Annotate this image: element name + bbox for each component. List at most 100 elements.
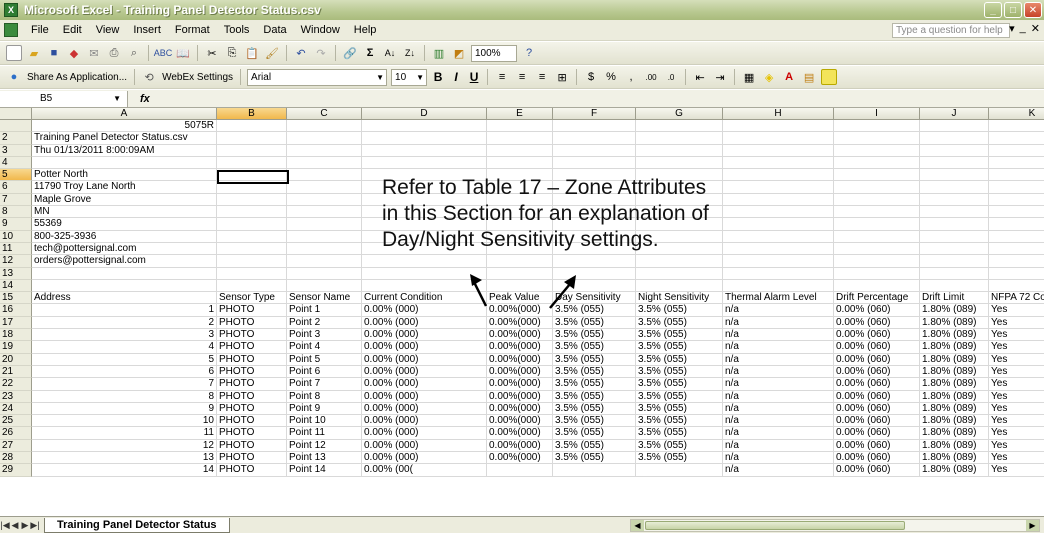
row-header[interactable]: 15 <box>0 292 32 305</box>
cell[interactable]: Yes <box>989 341 1044 354</box>
sort-ascending-icon[interactable]: A↓ <box>382 45 398 61</box>
cell[interactable]: 3.5% (055) <box>553 365 636 379</box>
cell[interactable] <box>287 206 362 219</box>
cell[interactable]: Sensor Type <box>217 292 287 305</box>
cut-icon[interactable]: ✂ <box>204 45 220 61</box>
cell[interactable] <box>920 255 989 268</box>
row-header[interactable]: 27 <box>0 439 32 453</box>
cell[interactable] <box>553 132 636 145</box>
menu-data[interactable]: Data <box>256 24 293 36</box>
zoom-select[interactable]: 100% <box>471 44 517 62</box>
cell[interactable]: n/a <box>723 427 834 440</box>
cell[interactable] <box>723 169 834 182</box>
cell[interactable]: Yes <box>989 329 1044 342</box>
cell[interactable]: 1.80% (089) <box>920 365 989 379</box>
cell[interactable]: 3.5% (055) <box>636 402 723 416</box>
cell[interactable] <box>487 156 553 170</box>
row-header[interactable]: 21 <box>0 365 32 379</box>
cell[interactable] <box>362 279 487 293</box>
cell[interactable]: tech@pottersignal.com <box>32 242 217 256</box>
cell[interactable]: 0.00% (060) <box>834 329 920 342</box>
cell[interactable]: 1.80% (089) <box>920 341 989 354</box>
print-icon[interactable]: ⎙ <box>106 45 122 61</box>
cell[interactable] <box>636 267 723 280</box>
cell[interactable]: PHOTO <box>217 365 287 379</box>
menu-format[interactable]: Format <box>168 24 217 36</box>
cell[interactable] <box>553 156 636 170</box>
drawing-icon[interactable]: ◩ <box>451 45 467 61</box>
cell[interactable] <box>362 132 487 145</box>
cell[interactable] <box>989 231 1044 243</box>
cell[interactable]: 0.00%(000) <box>487 439 553 453</box>
cell[interactable]: 0.00%(000) <box>487 341 553 354</box>
cell[interactable]: PHOTO <box>217 329 287 342</box>
scroll-thumb[interactable] <box>645 521 905 530</box>
hyperlink-icon[interactable]: 🔗 <box>342 45 358 61</box>
copy-icon[interactable]: ⎘ <box>224 45 240 61</box>
cell[interactable] <box>636 144 723 157</box>
cell[interactable]: Point 14 <box>287 464 362 477</box>
cell[interactable]: Current Condition <box>362 292 487 305</box>
cell[interactable]: 1 <box>32 304 217 317</box>
cell[interactable]: 1.80% (089) <box>920 378 989 391</box>
cell[interactable]: n/a <box>723 464 834 477</box>
paste-icon[interactable]: 📋 <box>244 45 260 61</box>
cell[interactable] <box>287 156 362 170</box>
cell[interactable]: 14 <box>32 464 217 477</box>
cell[interactable] <box>989 280 1044 293</box>
cell[interactable] <box>636 156 723 170</box>
cell[interactable]: n/a <box>723 353 834 366</box>
row-header[interactable]: 4 <box>0 156 32 170</box>
print-preview-icon[interactable]: ⌕ <box>126 45 142 61</box>
cell[interactable]: 3.5% (055) <box>553 378 636 391</box>
column-header[interactable]: E <box>487 108 553 120</box>
cell[interactable]: 0.00% (000) <box>362 415 487 428</box>
cell[interactable]: 1.80% (089) <box>920 439 989 453</box>
cell[interactable]: 0.00% (000) <box>362 353 487 366</box>
row-header[interactable]: 26 <box>0 427 32 440</box>
cell[interactable]: 0.00% (060) <box>834 378 920 391</box>
cell[interactable]: 0.00%(000) <box>487 415 553 428</box>
last-sheet-icon[interactable]: ▶| <box>30 520 40 531</box>
cell[interactable] <box>217 193 287 207</box>
cell[interactable] <box>920 156 989 170</box>
cell[interactable] <box>32 267 217 280</box>
cell[interactable] <box>920 242 989 256</box>
cell[interactable] <box>636 132 723 145</box>
cell[interactable]: 3.5% (055) <box>553 329 636 342</box>
research-icon[interactable]: 📖 <box>175 45 191 61</box>
cell[interactable] <box>989 218 1044 231</box>
cell[interactable] <box>834 132 920 145</box>
select-all-corner[interactable] <box>0 108 32 120</box>
cell[interactable]: 5075R <box>32 120 217 133</box>
cell[interactable]: 3.5% (055) <box>553 341 636 354</box>
cell[interactable] <box>989 169 1044 182</box>
format-painter-icon[interactable]: 🖌 <box>264 45 280 61</box>
cell[interactable]: n/a <box>723 390 834 403</box>
cell[interactable]: 0.00% (000) <box>362 452 487 465</box>
cell[interactable] <box>723 218 834 231</box>
cell[interactable] <box>636 464 723 477</box>
cell[interactable] <box>553 255 636 268</box>
row-header[interactable]: 12 <box>0 255 32 268</box>
cell[interactable] <box>287 230 362 243</box>
cell[interactable]: Point 6 <box>287 365 362 379</box>
cell[interactable]: 0.00% (060) <box>834 427 920 440</box>
cell[interactable]: Point 9 <box>287 402 362 416</box>
cell[interactable]: Yes <box>989 378 1044 391</box>
cell[interactable] <box>989 120 1044 133</box>
cell[interactable]: 1.80% (089) <box>920 316 989 330</box>
spelling-icon[interactable]: ABC <box>154 45 173 61</box>
cell[interactable]: 3.5% (055) <box>553 402 636 416</box>
cell[interactable]: 1.80% (089) <box>920 464 989 477</box>
decrease-indent-icon[interactable]: ⇤ <box>692 69 708 85</box>
cell[interactable] <box>723 255 834 268</box>
cell[interactable] <box>920 193 989 207</box>
cell[interactable] <box>287 279 362 293</box>
cell[interactable]: 3.5% (055) <box>553 390 636 403</box>
cell[interactable]: 7 <box>32 378 217 391</box>
chart-wizard-icon[interactable]: ▥ <box>431 45 447 61</box>
comma-icon[interactable]: , <box>623 69 639 85</box>
cell[interactable]: PHOTO <box>217 316 287 330</box>
redo-icon[interactable]: ↷ <box>313 45 329 61</box>
